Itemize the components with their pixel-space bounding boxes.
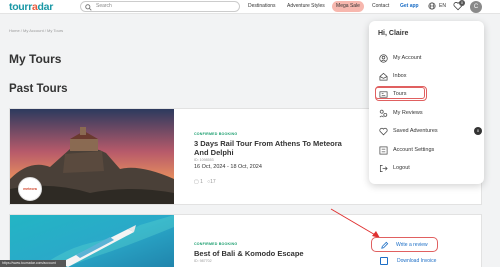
- top-header: tourradar Search Destinations Adventure …: [0, 0, 500, 14]
- tourradar-logo[interactable]: tourradar: [9, 1, 53, 13]
- language-selector[interactable]: EN: [439, 3, 446, 9]
- account-dropdown-menu: Hi, Claire My Account Inbox Tours My Rev…: [369, 21, 484, 184]
- menu-item-account-settings[interactable]: Account Settings: [376, 144, 476, 156]
- wishlist-count-badge: 0: [459, 0, 465, 6]
- menu-item-label: Logout: [393, 165, 410, 171]
- saved-count-badge: 0: [474, 127, 482, 135]
- menu-item-my-account[interactable]: My Account: [376, 52, 476, 64]
- tour-title[interactable]: 3 Days Rail Tour From Athens To Meteora …: [194, 139, 354, 157]
- menu-item-my-reviews[interactable]: My Reviews: [376, 107, 476, 119]
- operator-logo: meteora: [18, 177, 42, 201]
- search-icon: [85, 3, 92, 11]
- menu-item-label: My Reviews: [393, 110, 423, 116]
- get-app-link[interactable]: Get app: [400, 3, 419, 9]
- traveller-icon: ▢: [194, 179, 199, 185]
- inbox-icon: [379, 72, 388, 81]
- search-input[interactable]: Search: [80, 1, 240, 12]
- message-count: 17: [210, 179, 216, 185]
- search-placeholder: Search: [96, 3, 112, 9]
- page: tourradar Search Destinations Adventure …: [0, 0, 500, 267]
- download-invoice-link[interactable]: Download Invoice: [397, 258, 436, 264]
- menu-item-label: Inbox: [393, 73, 407, 79]
- menu-item-label: Account Settings: [393, 147, 435, 153]
- menu-item-label: Saved Adventures: [393, 128, 438, 134]
- tour-title[interactable]: Best of Bali & Komodo Escape: [194, 249, 354, 258]
- settings-icon: [379, 146, 388, 155]
- nav-destinations[interactable]: Destinations: [248, 3, 276, 9]
- pencil-icon: [381, 241, 389, 249]
- tour-dates: 16 Oct, 2024 - 18 Oct, 2024: [194, 164, 262, 170]
- tour-id: ID: 1098553: [194, 158, 214, 162]
- user-icon: [379, 54, 388, 63]
- nav-contact[interactable]: Contact: [372, 3, 389, 9]
- tour-id: ID: 987702: [194, 259, 212, 263]
- section-title: Past Tours: [9, 83, 68, 95]
- avatar[interactable]: C: [470, 1, 482, 13]
- traveller-count: 1: [200, 179, 203, 185]
- menu-greeting: Hi, Claire: [378, 30, 409, 37]
- download-icon[interactable]: [380, 257, 388, 265]
- booking-status: CONFIRMED BOOKING: [194, 132, 238, 136]
- page-title: My Tours: [9, 52, 62, 66]
- tours-highlight: [375, 86, 427, 101]
- nav-adventure-styles[interactable]: Adventure Styles: [287, 3, 325, 9]
- booking-status: CONFIRMED BOOKING: [194, 242, 238, 246]
- mega-sale-button[interactable]: Mega Sale: [332, 1, 364, 12]
- breadcrumb: Home / My Account / My Tours: [9, 28, 64, 33]
- heart-icon: [379, 127, 388, 136]
- reviews-icon: [379, 109, 388, 118]
- write-review-label: Write a review: [396, 242, 428, 248]
- tour-meta: ▢ 1 ○17: [194, 179, 216, 185]
- logout-icon: [379, 164, 388, 173]
- browser-status-bar: https://www.tourradar.com/account: [0, 260, 66, 267]
- write-review-button[interactable]: Write a review: [371, 237, 438, 252]
- menu-item-saved-adventures[interactable]: Saved Adventures 0: [376, 125, 482, 137]
- menu-item-label: My Account: [393, 55, 422, 61]
- globe-icon[interactable]: [428, 2, 436, 10]
- menu-item-inbox[interactable]: Inbox: [376, 70, 476, 82]
- menu-item-logout[interactable]: Logout: [376, 162, 476, 174]
